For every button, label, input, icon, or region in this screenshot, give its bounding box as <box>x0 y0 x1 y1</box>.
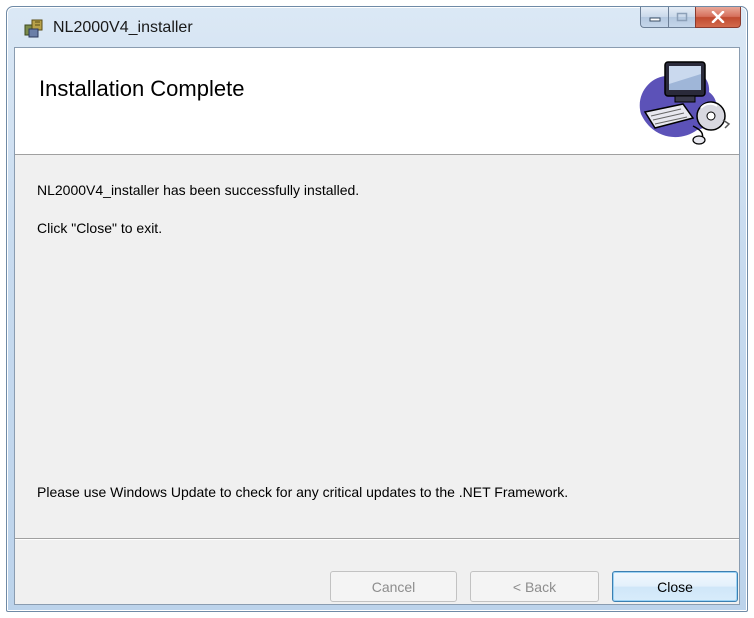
installer-window: NL2000V4_installer Installation Complete <box>6 6 748 612</box>
minimize-button[interactable] <box>640 7 668 28</box>
close-button[interactable]: Close <box>612 571 738 602</box>
maximize-icon <box>676 12 688 22</box>
maximize-button[interactable] <box>668 7 695 28</box>
success-message: NL2000V4_installer has been successfully… <box>37 182 360 198</box>
back-button[interactable]: < Back <box>470 571 599 602</box>
minimize-icon <box>649 17 660 22</box>
window-title: NL2000V4_installer <box>53 19 193 36</box>
windows-update-notice: Please use Windows Update to check for a… <box>37 484 569 500</box>
cancel-button[interactable]: Cancel <box>330 571 457 602</box>
button-separator <box>15 538 739 540</box>
page-title: Installation Complete <box>39 76 245 101</box>
close-icon <box>711 11 725 23</box>
header-banner: Installation Complete <box>15 48 739 155</box>
exit-instruction: Click "Close" to exit. <box>37 220 163 236</box>
caption-buttons <box>640 7 741 29</box>
computer-cd-icon <box>639 61 731 145</box>
dialog-content: Installation Complete NL2000V4_installer… <box>14 47 740 605</box>
close-window-button[interactable] <box>695 7 741 28</box>
title-bar[interactable]: NL2000V4_installer <box>7 7 747 47</box>
installer-app-icon <box>24 19 43 38</box>
